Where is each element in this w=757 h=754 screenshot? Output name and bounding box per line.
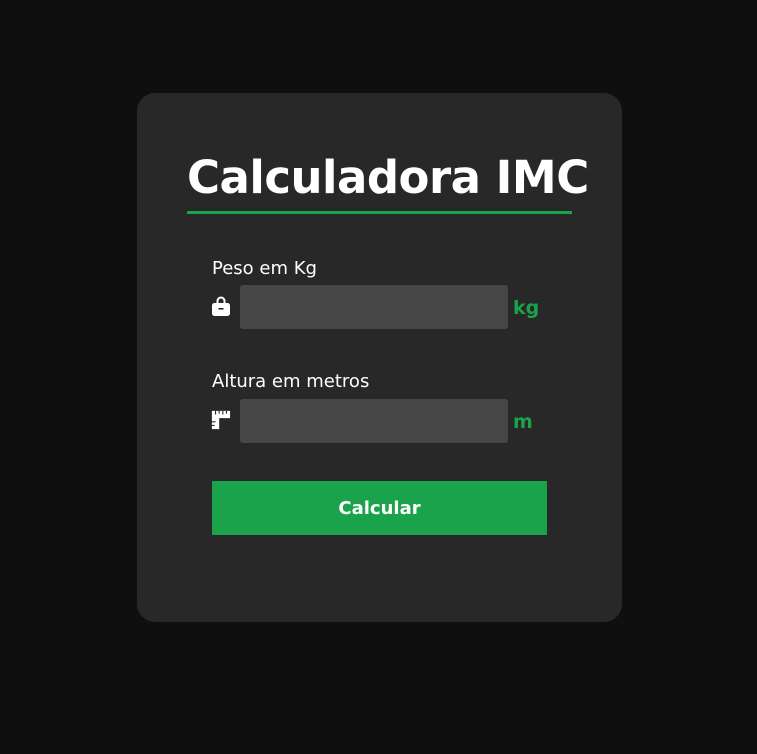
height-unit: m [513,411,533,433]
height-label: Altura em metros [212,371,370,392]
title-container: Calculadora IMC [187,148,589,214]
bmi-calculator-card: Calculadora IMC Peso em Kg kg Altura em … [137,93,622,622]
weight-label: Peso em Kg [212,258,317,279]
calculate-button[interactable]: Calcular [212,481,547,535]
ruler-icon [211,409,231,431]
weight-bag-icon [211,295,231,317]
height-input[interactable] [240,399,508,443]
weight-input[interactable] [240,285,508,329]
title-underline [187,211,572,214]
weight-unit: kg [513,297,540,319]
page-title: Calculadora IMC [187,151,589,204]
